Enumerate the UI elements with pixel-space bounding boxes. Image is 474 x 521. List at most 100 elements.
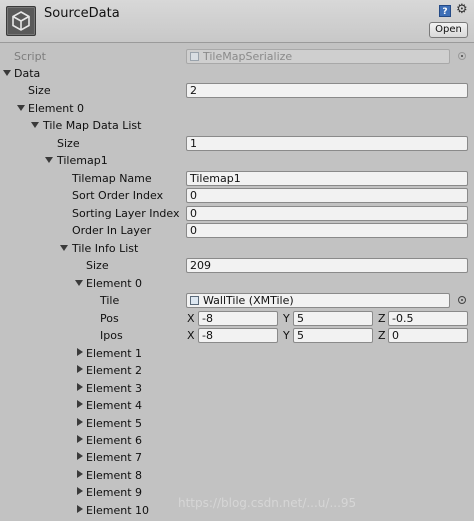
open-button[interactable]: Open xyxy=(429,22,468,38)
collapsed-element-label: Element 3 xyxy=(86,382,143,395)
tile-asset-icon xyxy=(190,296,199,305)
collapsed-element-label: Element 7 xyxy=(86,451,143,464)
tile-map-data-list-label: Tile Map Data List xyxy=(43,119,142,132)
expanded-arrow-icon[interactable] xyxy=(3,70,11,76)
tilemap1-foldout[interactable]: Tilemap1 xyxy=(0,152,474,169)
expanded-arrow-icon[interactable] xyxy=(17,105,25,111)
script-file-icon xyxy=(190,52,199,61)
ipos-label: Ipos xyxy=(100,329,123,342)
pos-z-axis-label: Z xyxy=(378,312,386,325)
tilemap1-label: Tilemap1 xyxy=(57,154,108,167)
tile-map-data-list-size-field[interactable]: 1 xyxy=(186,136,468,151)
tile-info-element-0-foldout[interactable]: Element 0 xyxy=(0,275,474,292)
script-field: TileMapSerialize xyxy=(186,49,450,64)
element-0-foldout[interactable]: Element 0 xyxy=(0,100,474,117)
tile-map-data-list-foldout[interactable]: Tile Map Data List xyxy=(0,117,474,134)
script-label: Script xyxy=(14,50,46,63)
tile-label: Tile xyxy=(100,294,120,307)
data-size-field[interactable]: 2 xyxy=(186,83,468,98)
collapsed-element-row[interactable]: Element 6 xyxy=(0,432,474,449)
collapsed-element-label: Element 9 xyxy=(86,486,143,499)
order-in-layer-label: Order In Layer xyxy=(72,224,152,237)
collapsed-element-label: Element 5 xyxy=(86,417,143,430)
collapsed-element-row[interactable]: Element 3 xyxy=(0,380,474,397)
collapsed-arrow-icon[interactable] xyxy=(77,348,83,356)
tile-info-list-size-row: Size 209 xyxy=(0,257,474,274)
script-picker-icon xyxy=(458,52,466,60)
expanded-arrow-icon[interactable] xyxy=(45,157,53,163)
ipos-x-axis-label: X xyxy=(187,329,195,342)
order-in-layer-row: Order In Layer 0 xyxy=(0,222,474,239)
expanded-arrow-icon[interactable] xyxy=(75,280,83,286)
unity-logo-icon xyxy=(6,6,36,36)
object-picker-icon[interactable] xyxy=(458,296,466,304)
data-foldout[interactable]: Data xyxy=(0,65,474,82)
pos-x-field[interactable]: -8 xyxy=(198,311,278,326)
object-title: SourceData xyxy=(44,6,120,21)
sorting-layer-index-row: Sorting Layer Index 0 xyxy=(0,205,474,222)
tile-info-element-0-label: Element 0 xyxy=(86,277,143,290)
inspector-header: SourceData ? ⚙ Open xyxy=(0,0,474,43)
order-in-layer-field[interactable]: 0 xyxy=(186,223,468,238)
collapsed-arrow-icon[interactable] xyxy=(77,400,83,408)
collapsed-element-label: Element 1 xyxy=(86,347,143,360)
script-row: Script TileMapSerialize xyxy=(0,48,474,65)
pos-row: Pos X -8 Y 5 Z -0.5 xyxy=(0,310,474,327)
gear-icon[interactable]: ⚙ xyxy=(456,3,468,17)
ipos-x-field[interactable]: -8 xyxy=(198,328,278,343)
help-icon[interactable]: ? xyxy=(439,5,451,17)
collapsed-element-label: Element 2 xyxy=(86,364,143,377)
sort-order-index-field[interactable]: 0 xyxy=(186,188,468,203)
tile-object-field[interactable]: WallTile (XMTile) xyxy=(186,293,450,308)
collapsed-arrow-icon[interactable] xyxy=(77,452,83,460)
collapsed-arrow-icon[interactable] xyxy=(77,418,83,426)
tile-value: WallTile (XMTile) xyxy=(203,294,294,307)
collapsed-element-row[interactable]: Element 4 xyxy=(0,397,474,414)
tile-map-data-list-size-label: Size xyxy=(57,137,80,150)
collapsed-arrow-icon[interactable] xyxy=(77,505,83,513)
element-0-label: Element 0 xyxy=(28,102,85,115)
collapsed-element-label: Element 6 xyxy=(86,434,143,447)
sort-order-index-label: Sort Order Index xyxy=(72,189,164,202)
collapsed-element-label: Element 8 xyxy=(86,469,143,482)
expanded-arrow-icon[interactable] xyxy=(31,122,39,128)
collapsed-element-row[interactable]: Element 5 xyxy=(0,415,474,432)
collapsed-arrow-icon[interactable] xyxy=(77,365,83,373)
ipos-y-axis-label: Y xyxy=(283,329,290,342)
ipos-z-axis-label: Z xyxy=(378,329,386,342)
collapsed-element-label: Element 4 xyxy=(86,399,143,412)
tile-row: Tile WallTile (XMTile) xyxy=(0,292,474,309)
pos-y-field[interactable]: 5 xyxy=(293,311,373,326)
ipos-y-field[interactable]: 5 xyxy=(293,328,373,343)
ipos-row: Ipos X -8 Y 5 Z 0 xyxy=(0,327,474,344)
collapsed-arrow-icon[interactable] xyxy=(77,435,83,443)
tilemap-name-field[interactable]: Tilemap1 xyxy=(186,171,468,186)
pos-z-field[interactable]: -0.5 xyxy=(388,311,468,326)
sorting-layer-index-field[interactable]: 0 xyxy=(186,206,468,221)
data-size-label: Size xyxy=(28,84,51,97)
collapsed-element-row[interactable]: Element 7 xyxy=(0,449,474,466)
collapsed-arrow-icon[interactable] xyxy=(77,470,83,478)
sorting-layer-index-label: Sorting Layer Index xyxy=(72,207,180,220)
sort-order-index-row: Sort Order Index 0 xyxy=(0,187,474,204)
pos-y-axis-label: Y xyxy=(283,312,290,325)
watermark-text: https://blog.csdn.net/...u/...95 xyxy=(178,496,357,510)
ipos-z-field[interactable]: 0 xyxy=(388,328,468,343)
collapsed-arrow-icon[interactable] xyxy=(77,383,83,391)
collapsed-arrow-icon[interactable] xyxy=(77,487,83,495)
collapsed-element-row[interactable]: Element 1 xyxy=(0,345,474,362)
collapsed-element-row[interactable]: Element 8 xyxy=(0,467,474,484)
tilemap-name-label: Tilemap Name xyxy=(72,172,152,185)
tile-map-data-list-size-row: Size 1 xyxy=(0,135,474,152)
collapsed-element-label: Element 10 xyxy=(86,504,150,517)
pos-x-axis-label: X xyxy=(187,312,195,325)
tile-info-list-size-label: Size xyxy=(86,259,109,272)
data-label: Data xyxy=(14,67,41,80)
expanded-arrow-icon[interactable] xyxy=(60,245,68,251)
tile-info-list-foldout[interactable]: Tile Info List xyxy=(0,240,474,257)
collapsed-element-row[interactable]: Element 2 xyxy=(0,362,474,379)
tile-info-list-size-field[interactable]: 209 xyxy=(186,258,468,273)
tilemap-name-row: Tilemap Name Tilemap1 xyxy=(0,170,474,187)
tile-info-list-label: Tile Info List xyxy=(72,242,139,255)
script-value: TileMapSerialize xyxy=(203,50,293,63)
